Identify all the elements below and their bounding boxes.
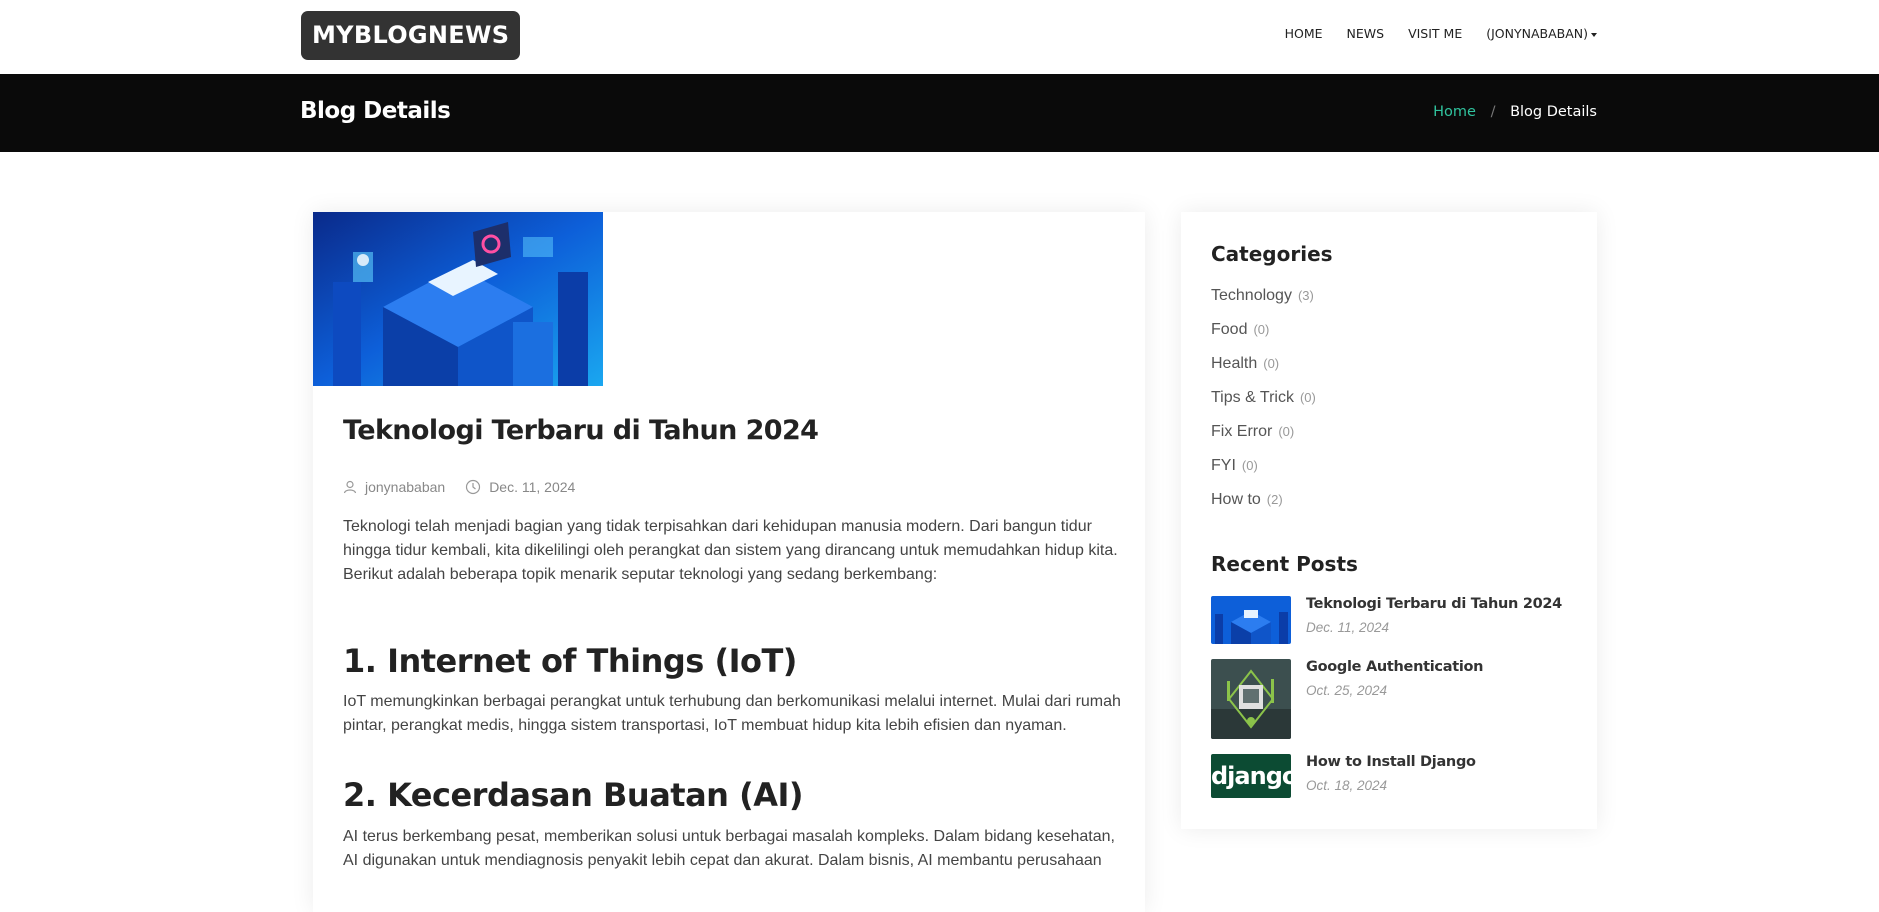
section-heading: 2. Kecerdasan Buatan (AI): [343, 776, 804, 814]
recent-post-info: How to Install Django Oct. 18, 2024: [1306, 754, 1476, 793]
category-name: Health: [1211, 355, 1258, 372]
recent-post-info: Teknologi Terbaru di Tahun 2024 Dec. 11,…: [1306, 596, 1562, 635]
breadcrumb-current: Blog Details: [1510, 104, 1597, 120]
nav-user-dropdown[interactable]: (JONYNABABAN): [1486, 26, 1597, 41]
recent-post-item[interactable]: django How to Install Django Oct. 18, 20…: [1211, 754, 1567, 849]
article-title: Teknologi Terbaru di Tahun 2024: [343, 415, 819, 446]
caret-down-icon: [1591, 32, 1597, 37]
category-item[interactable]: Tips & Trick (0): [1211, 381, 1567, 415]
category-name: How to: [1211, 491, 1261, 508]
category-count: (0): [1263, 356, 1280, 371]
category-name: Fix Error: [1211, 423, 1273, 440]
categories-heading: Categories: [1211, 242, 1333, 266]
recent-post-thumbnail[interactable]: django: [1211, 754, 1291, 798]
category-name: FYI: [1211, 457, 1236, 474]
recent-posts-heading: Recent Posts: [1211, 552, 1358, 576]
clock-icon: [466, 479, 481, 495]
article-hero-image: [313, 212, 603, 386]
recent-post-item[interactable]: Teknologi Terbaru di Tahun 2024 Dec. 11,…: [1211, 596, 1567, 659]
nav-visit-me[interactable]: VISIT ME: [1408, 26, 1462, 41]
category-count: (0): [1299, 390, 1316, 405]
category-name: Food: [1211, 321, 1248, 338]
recent-post-title[interactable]: Google Authentication: [1306, 659, 1483, 675]
recent-post-thumbnail[interactable]: [1211, 596, 1291, 644]
article-card: Teknologi Terbaru di Tahun 2024 jonynaba…: [313, 212, 1145, 912]
category-name: Tips & Trick: [1211, 389, 1294, 406]
article-date-text: Dec. 11, 2024: [489, 479, 576, 495]
category-item[interactable]: Health (0): [1211, 347, 1567, 381]
user-icon: [343, 480, 357, 494]
category-count: (0): [1278, 424, 1295, 439]
article-intro: Teknologi telah menjadi bagian yang tida…: [343, 518, 1118, 583]
recent-post-item[interactable]: Google Authentication Oct. 25, 2024: [1211, 659, 1567, 754]
top-navbar: MYBLOGNEWS HOME NEWS VISIT ME (JONYNABAB…: [0, 0, 1879, 74]
category-count: (2): [1266, 492, 1283, 507]
category-item[interactable]: Technology (3): [1211, 279, 1567, 313]
site-logo[interactable]: MYBLOGNEWS: [301, 11, 521, 60]
breadcrumb: Home / Blog Details: [1433, 104, 1597, 120]
sidebar-card: Categories Technology (3) Food (0) Health (…: [1181, 212, 1597, 829]
category-item[interactable]: Fix Error (0): [1211, 415, 1567, 449]
section-heading: 1. Internet of Things (IoT): [343, 642, 797, 680]
recent-post-date: Dec. 11, 2024: [1306, 620, 1390, 635]
section-paragraph: IoT memungkinkan berbagai perangkat untu…: [343, 693, 1121, 734]
category-count: (3): [1297, 288, 1314, 303]
recent-post-title[interactable]: How to Install Django: [1306, 754, 1476, 770]
category-list: Technology (3) Food (0) Health (0) Tips & T…: [1211, 279, 1567, 517]
page-title-band: Blog Details Home / Blog Details: [0, 74, 1879, 152]
recent-post-title[interactable]: Teknologi Terbaru di Tahun 2024: [1306, 596, 1562, 612]
recent-post-thumbnail[interactable]: [1211, 659, 1291, 739]
article-meta: jonynababan Dec. 11, 2024: [343, 479, 595, 495]
article-author[interactable]: jonynababan: [343, 479, 445, 495]
breadcrumb-home-link[interactable]: Home: [1433, 104, 1476, 120]
section-paragraph: AI terus berkembang pesat, memberikan so…: [343, 828, 1115, 869]
category-item[interactable]: FYI (0): [1211, 449, 1567, 483]
category-name: Technology: [1211, 287, 1292, 304]
article-date: Dec. 11, 2024: [465, 479, 575, 495]
recent-post-info: Google Authentication Oct. 25, 2024: [1306, 659, 1483, 698]
category-count: (0): [1241, 458, 1258, 473]
category-count: (0): [1253, 322, 1270, 337]
recent-post-date: Oct. 25, 2024: [1306, 683, 1388, 698]
nav-home[interactable]: HOME: [1285, 26, 1323, 41]
category-item[interactable]: Food (0): [1211, 313, 1567, 347]
breadcrumb-separator: /: [1490, 104, 1496, 120]
nav-news[interactable]: NEWS: [1347, 26, 1385, 41]
recent-posts-list: Teknologi Terbaru di Tahun 2024 Dec. 11,…: [1211, 596, 1567, 849]
main-nav: HOME NEWS VISIT ME (JONYNABABAN): [1285, 26, 1597, 41]
article-author-name: jonynababan: [365, 479, 446, 495]
page-title: Blog Details: [300, 98, 451, 124]
nav-user-label: (JONYNABABAN): [1486, 26, 1588, 41]
category-item[interactable]: How to (2): [1211, 483, 1567, 517]
recent-post-date: Oct. 18, 2024: [1306, 778, 1388, 793]
